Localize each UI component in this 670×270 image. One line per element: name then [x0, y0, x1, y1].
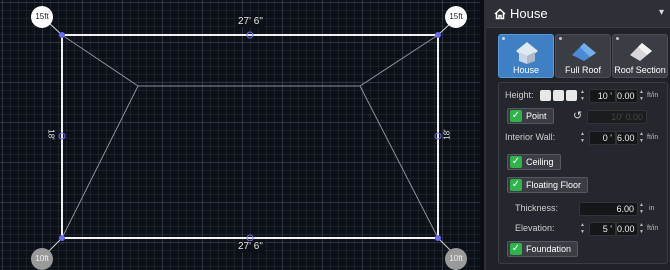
- hip-line-bl: [61, 85, 139, 239]
- reset-icon[interactable]: ↺: [573, 109, 582, 122]
- roof-section-icon: [630, 43, 652, 61]
- interior-wall-inches-field[interactable]: 6.00: [616, 131, 638, 145]
- thickness-field[interactable]: 6.00: [579, 202, 638, 216]
- roof-drawing: [47, 21, 453, 253]
- dimension-left: 18': [46, 129, 56, 140]
- vertex-handle[interactable]: [435, 32, 441, 38]
- elevation-feet-field[interactable]: 5 ': [589, 222, 616, 236]
- interior-wall-spinner-icon[interactable]: ▲ ▼: [579, 131, 586, 145]
- house-3d-icon: [516, 42, 538, 64]
- tab-full-roof[interactable]: Full Roof: [555, 34, 611, 78]
- tab-roof-section-label: Roof Section: [614, 65, 666, 75]
- corner-height-badge[interactable]: 10ft: [31, 248, 53, 270]
- height-feet-field[interactable]: 10 ': [589, 89, 616, 103]
- corner-height-badge[interactable]: 15ft: [445, 6, 467, 28]
- hip-roof-icon[interactable]: [553, 90, 564, 101]
- check-icon: ✓: [510, 243, 522, 255]
- gable-roof-icon[interactable]: [540, 90, 551, 101]
- thickness-label: Thickness:: [515, 203, 559, 213]
- elevation-spinner-icon[interactable]: ▲ ▼: [579, 222, 586, 236]
- tab-dot-indicator: [559, 37, 562, 40]
- floating-floor-label: Floating Floor: [526, 180, 582, 190]
- elevation-unit: ft/in: [647, 225, 659, 232]
- mode-tabs: House Full Roof Roof Section: [498, 34, 668, 78]
- elevation-inches-field[interactable]: 0.00: [616, 222, 638, 236]
- tab-dot-indicator: [502, 37, 505, 40]
- house-properties: Height: ▲ ▼ 10 ' 0.00 ▲ ▼ ft/in ✓ Point ↺ …: [498, 82, 668, 264]
- vertex-handle[interactable]: [59, 235, 65, 241]
- floor-plan-canvas[interactable]: 15ft 15ft 10ft 10ft 27' 6" 27' 6" 18' 18…: [0, 0, 480, 270]
- thickness-unit: in: [649, 205, 655, 212]
- elevation-row: Elevation: ▲ ▼ 5 ' 0.00 ▲ ▼ ft/in: [499, 220, 667, 238]
- tab-full-roof-label: Full Roof: [564, 65, 601, 75]
- check-icon: ✓: [510, 156, 522, 168]
- hip-line-br: [359, 85, 439, 239]
- height-row: Height: ▲ ▼ 10 ' 0.00 ▲ ▼ ft/in: [499, 87, 667, 105]
- panel-title: House: [510, 6, 548, 21]
- dimension-top: 27' 6": [236, 16, 265, 27]
- floating-floor-toggle[interactable]: ✓ Floating Floor: [507, 177, 589, 193]
- point-row: ✓ Point ↺ 10' 0.00: [499, 107, 667, 125]
- hip-line-tl: [61, 34, 139, 87]
- check-icon: ✓: [510, 110, 522, 122]
- foundation-toggle[interactable]: ✓ Foundation: [507, 241, 579, 257]
- dimension-right: 18': [442, 129, 452, 140]
- vertex-handle[interactable]: [435, 235, 441, 241]
- foundation-label: Foundation: [526, 244, 572, 254]
- height-spinner-icon[interactable]: ▲ ▼: [638, 89, 645, 103]
- check-icon: ✓: [510, 179, 522, 191]
- height-spinner-icon[interactable]: ▲ ▼: [579, 89, 586, 103]
- tab-house[interactable]: House: [498, 34, 554, 78]
- tab-house-label: House: [512, 65, 539, 75]
- point-label: Point: [526, 111, 547, 121]
- interior-wall-unit: ft/in: [647, 134, 659, 141]
- vertex-handle[interactable]: [59, 32, 65, 38]
- hip-line-tr: [359, 34, 439, 87]
- interior-wall-row: Interior Wall: ▲ ▼ 0 ' 6.00 ▲ ▼ ft/in: [499, 129, 667, 147]
- full-roof-icon: [572, 43, 596, 61]
- height-inches-field[interactable]: 0.00: [616, 89, 638, 103]
- tab-dot-indicator: [616, 37, 619, 40]
- ceiling-label: Ceiling: [526, 157, 554, 167]
- interior-wall-label: Interior Wall:: [505, 132, 556, 142]
- thickness-spinner-icon[interactable]: ▲ ▼: [638, 202, 645, 216]
- height-label: Height:: [505, 90, 534, 100]
- dimension-bottom: 27' 6": [236, 241, 265, 252]
- interior-wall-spinner-icon[interactable]: ▲ ▼: [638, 131, 645, 145]
- elevation-label: Elevation:: [515, 223, 555, 233]
- height-unit: ft/in: [647, 92, 659, 99]
- point-value-field: 10' 0.00: [587, 110, 647, 124]
- thickness-row: Thickness: 6.00 ▲ ▼ in: [499, 200, 667, 218]
- properties-panel: House ▾ House Full Roof Roof Section Hei…: [484, 0, 670, 270]
- elevation-spinner-icon[interactable]: ▲ ▼: [638, 222, 645, 236]
- tab-roof-section[interactable]: Roof Section: [612, 34, 668, 78]
- point-toggle[interactable]: ✓ Point: [507, 108, 554, 124]
- interior-wall-feet-field[interactable]: 0 ': [589, 131, 616, 145]
- collapse-chevron-icon[interactable]: ▾: [659, 7, 664, 18]
- house-icon: [494, 7, 506, 19]
- corner-height-badge[interactable]: 10ft: [445, 248, 467, 270]
- house-outline[interactable]: [61, 34, 439, 239]
- corner-height-badge[interactable]: 15ft: [31, 6, 53, 28]
- flat-roof-icon[interactable]: [566, 90, 577, 101]
- panel-header: House ▾: [486, 0, 670, 28]
- ceiling-toggle[interactable]: ✓ Ceiling: [507, 154, 561, 170]
